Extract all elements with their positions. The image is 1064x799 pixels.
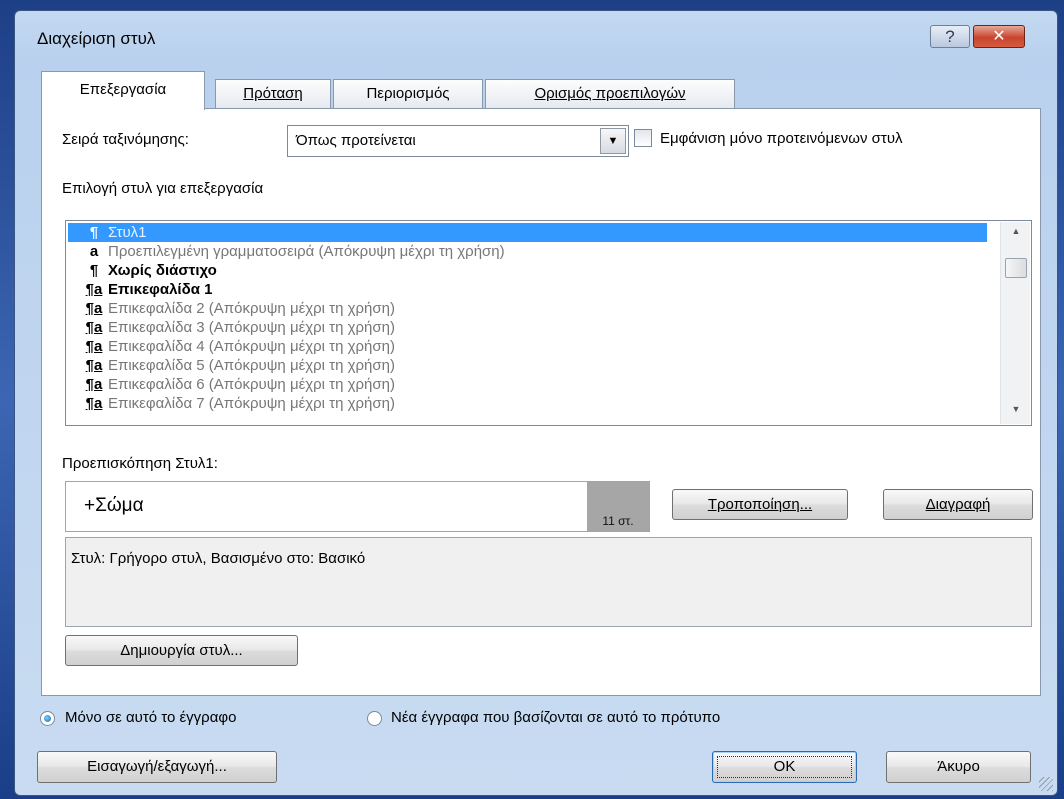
import-export-button-label: Εισαγωγή/εξαγωγή... xyxy=(87,758,227,775)
list-scrollbar[interactable]: ▲ ▼ xyxy=(1000,222,1030,424)
list-item[interactable]: ¶a Επικεφαλίδα 4 (Απόκρυψη μέχρι τη χρήση… xyxy=(80,337,395,356)
style-hint: (Απόκρυψη μέχρι τη χρήση) xyxy=(204,395,395,412)
dialog-title: Διαχείριση στυλ xyxy=(37,29,156,48)
style-description-text: Στυλ: Γρήγορο στυλ, Βασισμένο στο: Βασικ… xyxy=(71,550,366,567)
style-name: Επικεφαλίδα 4 xyxy=(108,338,205,355)
cancel-button[interactable]: Άκυρο xyxy=(886,751,1031,783)
help-icon: ? xyxy=(945,27,955,46)
list-item[interactable]: ¶a Επικεφαλίδα 1 xyxy=(80,280,213,299)
delete-button-label: Διαγραφή xyxy=(925,496,991,513)
radio-new-documents-template[interactable] xyxy=(367,711,382,726)
sort-order-value: Όπως προτείνεται xyxy=(296,132,416,149)
list-item[interactable]: ¶a Επικεφαλίδα 7 (Απόκρυψη μέχρι τη χρήση… xyxy=(80,394,395,413)
style-name: Προεπιλεγμένη γραμματοσειρά xyxy=(108,243,315,260)
list-item[interactable]: ¶a Επικεφαλίδα 2 (Απόκρυψη μέχρι τη χρήση… xyxy=(80,299,395,318)
close-button[interactable]: ✕ xyxy=(973,25,1025,48)
select-style-label: Επιλογή στυλ για επεξεργασία xyxy=(62,180,264,197)
show-recommended-checkbox[interactable] xyxy=(634,129,652,147)
radio-only-this-document[interactable] xyxy=(40,711,55,726)
delete-button[interactable]: Διαγραφή xyxy=(883,489,1033,520)
style-hint: (Απόκρυψη μέχρι τη χρήση) xyxy=(204,376,395,393)
list-item[interactable]: ¶a Επικεφαλίδα 3 (Απόκρυψη μέχρι τη χρήση… xyxy=(80,318,395,337)
tab-edit[interactable]: Επεξεργασία xyxy=(41,71,205,110)
style-name: Επικεφαλίδα 2 xyxy=(108,300,205,317)
style-hint: (Απόκρυψη μέχρι τη χρήση) xyxy=(204,319,395,336)
tab-set-defaults[interactable]: Ορισμός προεπιλογών xyxy=(485,79,735,109)
list-item[interactable]: ¶ Στυλ1 xyxy=(80,223,147,242)
style-name: Στυλ1 xyxy=(108,224,147,241)
linked-style-icon: ¶a xyxy=(85,281,103,298)
sort-order-dropdown[interactable]: Όπως προτείνεται ▼ xyxy=(287,125,629,157)
list-item[interactable]: ¶ Χωρίς διάστιχο xyxy=(80,261,217,280)
tab-set-defaults-label: Ορισμός προεπιλογών xyxy=(534,85,686,102)
style-name: Χωρίς διάστιχο xyxy=(108,262,217,279)
tab-recommend-label: Πρόταση xyxy=(243,85,303,102)
scroll-thumb[interactable] xyxy=(1005,258,1027,278)
tab-restrict-label: Περιορισμός xyxy=(366,85,450,102)
tab-recommend[interactable]: Πρόταση xyxy=(215,79,331,109)
style-hint: (Απόκρυψη μέχρι τη χρήση) xyxy=(204,357,395,374)
preview-size-text: 11 στ. xyxy=(587,482,649,531)
linked-style-icon: ¶a xyxy=(85,395,103,412)
linked-style-icon: ¶a xyxy=(85,300,103,317)
list-item[interactable]: a Προεπιλεγμένη γραμματοσειρά (Απόκρυψη μ… xyxy=(80,242,505,261)
paragraph-style-icon: ¶ xyxy=(89,262,99,279)
linked-style-icon: ¶a xyxy=(85,338,103,355)
style-hint: (Απόκρυψη μέχρι τη χρήση) xyxy=(314,243,505,260)
style-name: Επικεφαλίδα 7 xyxy=(108,395,205,412)
title-bar[interactable]: Διαχείριση στυλ ? ✕ xyxy=(15,11,1057,59)
scroll-up-icon[interactable]: ▲ xyxy=(1005,226,1027,242)
radio-new-documents-template-label: Νέα έγγραφα που βασίζονται σε αυτό το πρ… xyxy=(391,709,721,726)
list-item[interactable]: ¶a Επικεφαλίδα 5 (Απόκρυψη μέχρι τη χρήση… xyxy=(80,356,395,375)
scroll-down-icon[interactable]: ▼ xyxy=(1005,404,1027,420)
style-name: Επικεφαλίδα 3 xyxy=(108,319,205,336)
edit-tab-panel: Σειρά ταξινόμησης: Όπως προτείνεται ▼ Εμ… xyxy=(41,108,1041,696)
close-icon: ✕ xyxy=(992,28,1006,45)
ok-button[interactable]: OK xyxy=(712,751,857,783)
manage-styles-dialog: Διαχείριση στυλ ? ✕ Επεξεργασία Πρόταση … xyxy=(14,10,1058,796)
help-button[interactable]: ? xyxy=(930,25,970,48)
new-style-button-label: Δημιουργία στυλ... xyxy=(120,642,243,659)
new-style-button[interactable]: Δημιουργία στυλ... xyxy=(65,635,298,666)
preview-font-text: +Σώμα xyxy=(84,495,144,516)
show-recommended-label: Εμφάνιση μόνο προτεινόμενων στυλ xyxy=(660,130,903,147)
style-name: Επικεφαλίδα 6 xyxy=(108,376,205,393)
style-hint: (Απόκρυψη μέχρι τη χρήση) xyxy=(204,338,395,355)
style-preview-box: +Σώμα 11 στ. xyxy=(65,481,650,532)
resize-grip[interactable] xyxy=(1039,777,1053,791)
modify-button[interactable]: Τροποποίηση... xyxy=(672,489,848,520)
linked-style-icon: ¶a xyxy=(85,357,103,374)
style-name: Επικεφαλίδα 5 xyxy=(108,357,205,374)
style-name: Επικεφαλίδα 1 xyxy=(108,281,213,298)
focus-ring xyxy=(717,756,852,778)
style-hint: (Απόκρυψη μέχρι τη χρήση) xyxy=(204,300,395,317)
character-style-icon: a xyxy=(89,243,99,260)
radio-only-this-document-label: Μόνο σε αυτό το έγγραφο xyxy=(65,709,237,726)
tab-edit-label: Επεξεργασία xyxy=(79,81,167,98)
preview-label: Προεπισκόπηση Στυλ1: xyxy=(62,455,218,472)
style-listbox[interactable]: ¶ Στυλ1 a Προεπιλεγμένη γραμματοσειρά (Από… xyxy=(65,220,1032,426)
chevron-down-icon[interactable]: ▼ xyxy=(600,128,626,154)
linked-style-icon: ¶a xyxy=(85,319,103,336)
style-description-box: Στυλ: Γρήγορο στυλ, Βασισμένο στο: Βασικ… xyxy=(65,537,1032,627)
cancel-button-label: Άκυρο xyxy=(937,758,980,775)
list-item[interactable]: ¶a Επικεφαλίδα 6 (Απόκρυψη μέχρι τη χρήση… xyxy=(80,375,395,394)
tab-restrict[interactable]: Περιορισμός xyxy=(333,79,483,109)
selection-highlight xyxy=(68,223,987,242)
paragraph-style-icon: ¶ xyxy=(89,224,99,241)
sort-order-label: Σειρά ταξινόμησης: xyxy=(62,131,189,148)
import-export-button[interactable]: Εισαγωγή/εξαγωγή... xyxy=(37,751,277,783)
modify-button-label: Τροποποίηση... xyxy=(707,496,813,513)
linked-style-icon: ¶a xyxy=(85,376,103,393)
